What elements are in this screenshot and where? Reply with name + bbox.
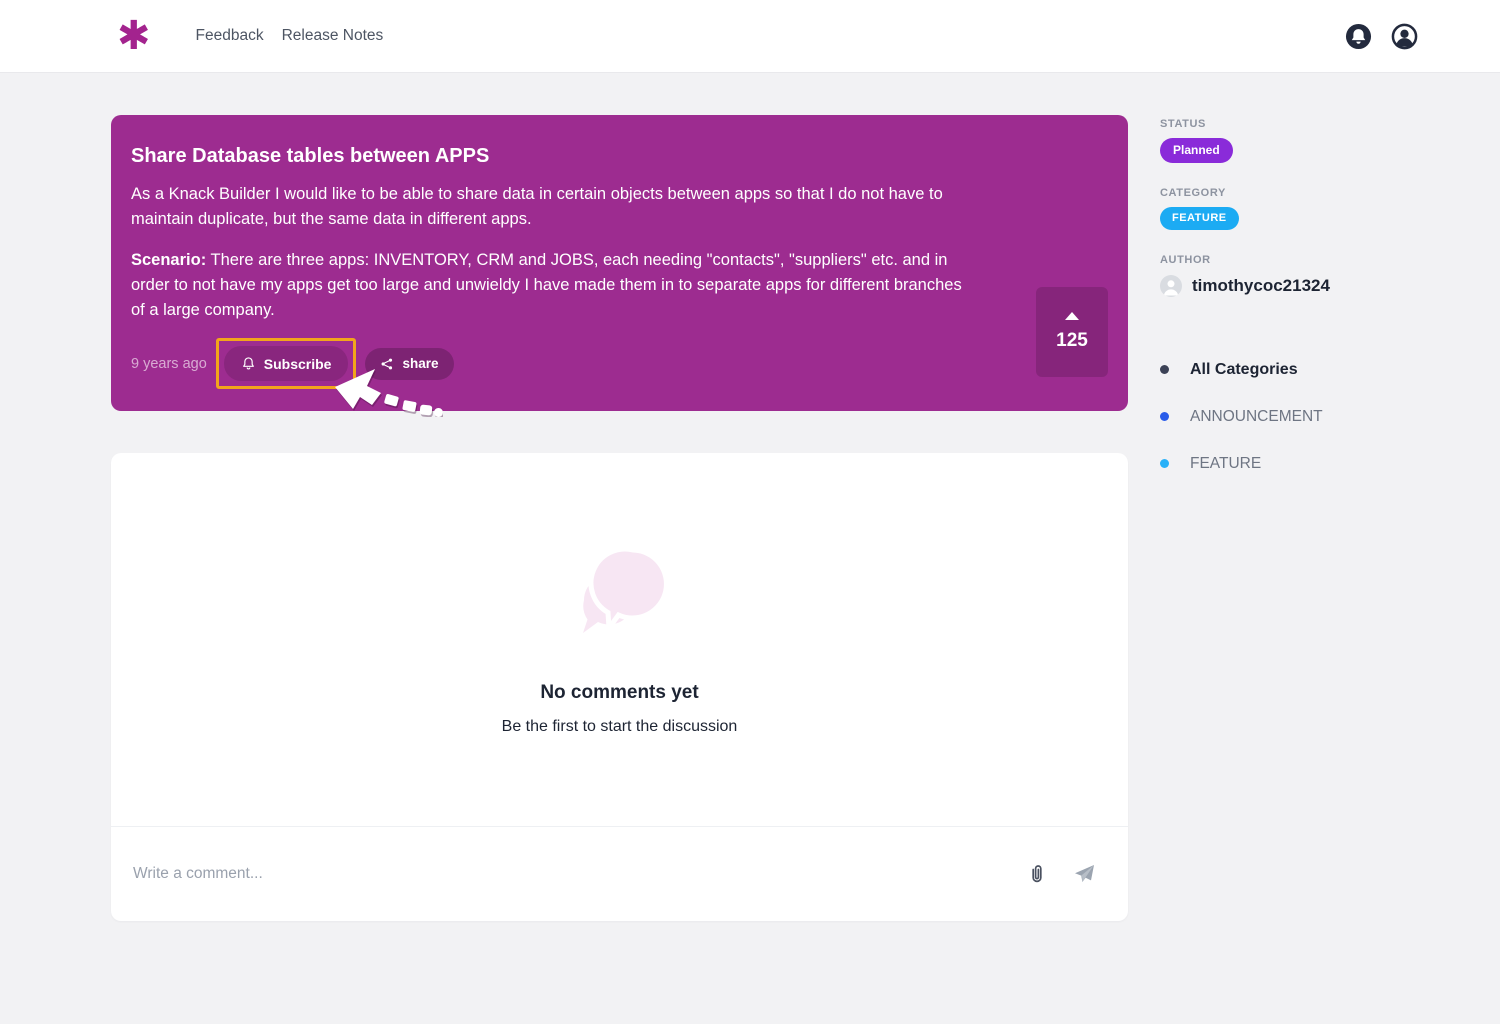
subscribe-button-label: Subscribe xyxy=(264,357,332,371)
share-button[interactable]: share xyxy=(365,348,453,380)
primary-nav: Feedback Release Notes xyxy=(196,27,384,45)
comment-input-row xyxy=(111,826,1128,921)
post-title: Share Database tables between APPS xyxy=(131,145,1108,168)
category-filter-label: All Categories xyxy=(1190,361,1298,379)
subscribe-button[interactable]: Subscribe xyxy=(224,346,349,381)
author-avatar-icon xyxy=(1160,275,1182,297)
category-dot-icon xyxy=(1160,412,1169,421)
empty-comments-subtitle: Be the first to start the discussion xyxy=(502,718,738,736)
category-filter-all-categories[interactable]: All Categories xyxy=(1160,346,1490,393)
author-label: AUTHOR xyxy=(1160,254,1490,266)
comment-input[interactable] xyxy=(131,864,1002,884)
post-card: Share Database tables between APPS As a … xyxy=(111,115,1128,411)
user-profile-icon[interactable] xyxy=(1391,23,1418,50)
nav-link-release-notes[interactable]: Release Notes xyxy=(282,27,384,45)
category-filter-feature[interactable]: FEATURE xyxy=(1160,440,1490,487)
send-comment-icon[interactable] xyxy=(1072,862,1096,886)
post-body-scenario-text: There are three apps: INVENTORY, CRM and… xyxy=(131,251,962,319)
nav-link-feedback[interactable]: Feedback xyxy=(196,27,264,45)
main-column: Share Database tables between APPS As a … xyxy=(111,115,1128,921)
category-filter-announcement[interactable]: ANNOUNCEMENT xyxy=(1160,393,1490,440)
post-footer: 9 years ago Subscribe xyxy=(131,346,1108,381)
category-section: CATEGORY FEATURE xyxy=(1160,187,1490,230)
empty-comments-title: No comments yet xyxy=(540,682,698,704)
right-sidebar: STATUS Planned CATEGORY FEATURE AUTHOR t… xyxy=(1160,115,1490,487)
post-timestamp: 9 years ago xyxy=(131,356,207,372)
author-section: AUTHOR timothycoc21324 xyxy=(1160,254,1490,297)
chat-bubbles-icon xyxy=(570,544,670,646)
status-label: STATUS xyxy=(1160,118,1490,130)
category-filter-label: FEATURE xyxy=(1190,455,1261,473)
comments-card: No comments yet Be the first to start th… xyxy=(111,453,1128,921)
navbar-right-actions xyxy=(1345,23,1418,50)
brand-logo-asterisk-icon[interactable]: ✱ xyxy=(117,16,151,56)
subscribe-button-wrap: Subscribe xyxy=(224,346,349,381)
notifications-bell-icon[interactable] xyxy=(1345,23,1372,50)
post-body-paragraph-1: As a Knack Builder I would like to be ab… xyxy=(131,182,968,232)
attach-paperclip-icon[interactable] xyxy=(1025,862,1049,886)
category-dot-icon xyxy=(1160,459,1169,468)
share-nodes-icon xyxy=(380,357,394,371)
comments-empty-state: No comments yet Be the first to start th… xyxy=(111,453,1128,826)
post-body-paragraph-2: Scenario: There are three apps: INVENTOR… xyxy=(131,248,968,323)
author-row: timothycoc21324 xyxy=(1160,275,1490,297)
share-button-label: share xyxy=(402,357,438,371)
status-section: STATUS Planned xyxy=(1160,118,1490,163)
category-filter-label: ANNOUNCEMENT xyxy=(1190,408,1323,426)
post-body-scenario-lead: Scenario: xyxy=(131,251,206,269)
category-label: CATEGORY xyxy=(1160,187,1490,199)
upvote-arrow-icon xyxy=(1065,312,1079,320)
page-content: Share Database tables between APPS As a … xyxy=(0,73,1500,921)
category-badge-feature: FEATURE xyxy=(1160,207,1239,230)
category-dot-icon xyxy=(1160,365,1169,374)
category-filter-list: All Categories ANNOUNCEMENT FEATURE xyxy=(1160,346,1490,487)
status-badge-planned: Planned xyxy=(1160,138,1233,163)
vote-count: 125 xyxy=(1056,330,1088,352)
bell-outline-icon xyxy=(241,356,256,371)
upvote-box[interactable]: 125 xyxy=(1036,287,1108,377)
author-name: timothycoc21324 xyxy=(1192,276,1330,296)
top-navbar: ✱ Feedback Release Notes xyxy=(0,0,1500,73)
